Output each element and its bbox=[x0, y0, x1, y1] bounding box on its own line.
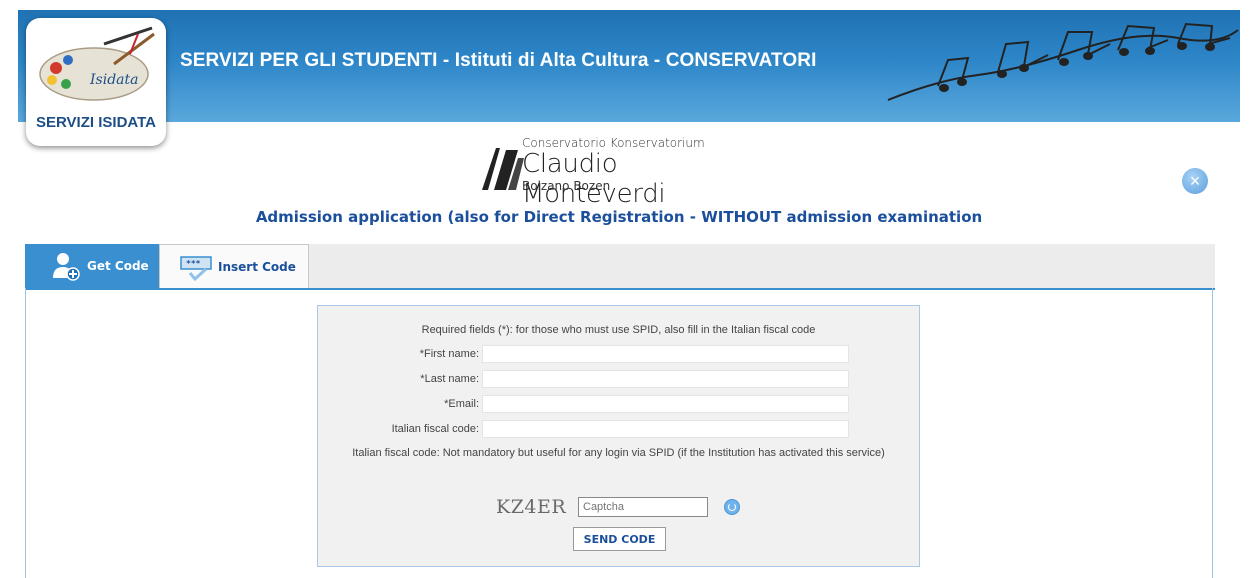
captcha-input[interactable] bbox=[578, 497, 708, 517]
institution-line1: Conservatorio Konservatorium bbox=[522, 136, 705, 150]
last-name-input[interactable] bbox=[482, 370, 849, 388]
user-add-icon bbox=[53, 253, 80, 281]
page-title: Admission application (also for Direct R… bbox=[255, 208, 983, 226]
institution-city: Bolzano Bozen bbox=[522, 179, 611, 193]
get-code-form: Required fields (*): for those who must … bbox=[317, 305, 920, 567]
first-name-label: *First name: bbox=[419, 348, 479, 360]
monteverdi-mark-icon bbox=[482, 148, 524, 190]
fiscal-code-row: Italian fiscal code: bbox=[318, 420, 919, 440]
svg-text:***: *** bbox=[186, 259, 201, 268]
email-label: *Email: bbox=[444, 398, 479, 410]
first-name-input[interactable] bbox=[482, 345, 849, 363]
last-name-row: *Last name: bbox=[318, 370, 919, 390]
tab-insert-code[interactable]: *** Insert Code bbox=[159, 244, 309, 288]
logo-brand: Isidata bbox=[89, 72, 138, 88]
email-input[interactable] bbox=[482, 395, 849, 413]
required-fields-note: Required fields (*): for those who must … bbox=[421, 324, 816, 336]
tab-get-code-label: Get Code bbox=[87, 259, 149, 273]
send-code-button[interactable]: SEND CODE bbox=[573, 527, 666, 551]
first-name-row: *First name: bbox=[318, 345, 919, 365]
fiscal-code-input[interactable] bbox=[482, 420, 849, 438]
header-banner: SERVIZI PER GLI STUDENTI - Istituti di A… bbox=[18, 10, 1240, 122]
palette-logo-icon: Isidata bbox=[39, 26, 155, 101]
close-icon[interactable]: × bbox=[1182, 168, 1208, 194]
header-title: SERVIZI PER GLI STUDENTI - Istituti di A… bbox=[180, 50, 817, 71]
captcha-image: KZ4ER bbox=[496, 496, 567, 518]
fiscal-code-label: Italian fiscal code: bbox=[391, 423, 479, 435]
tab-insert-code-label: Insert Code bbox=[218, 259, 296, 274]
tab-get-code[interactable]: Get Code bbox=[25, 244, 159, 288]
music-notes-decoration bbox=[887, 22, 1239, 101]
refresh-captcha-icon[interactable] bbox=[724, 499, 740, 515]
last-name-label: *Last name: bbox=[420, 373, 479, 385]
isidata-logo[interactable]: Isidata SERVIZI ISIDATA bbox=[26, 18, 166, 146]
conservatory-logo: Conservatorio Konservatorium Claudio Mon… bbox=[478, 136, 748, 209]
tab-bar: Get Code *** Insert Code bbox=[25, 244, 1215, 290]
fiscal-code-note: Italian fiscal code: Not mandatory but u… bbox=[352, 447, 885, 459]
email-row: *Email: bbox=[318, 395, 919, 415]
logo-caption: SERVIZI ISIDATA bbox=[35, 114, 156, 131]
code-entry-icon: *** bbox=[180, 255, 212, 281]
